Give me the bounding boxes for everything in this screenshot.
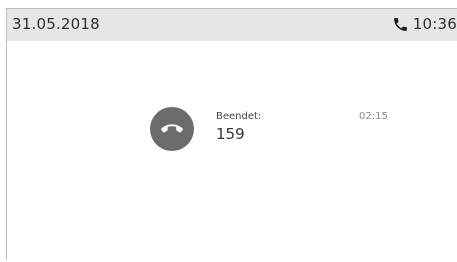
- call-duration: 02:15: [359, 111, 388, 122]
- phone-display: 31.05.2018 10:36 Beendet: 159 02:15: [0, 0, 457, 262]
- call-entry[interactable]: Beendet: 159 02:15: [150, 107, 390, 153]
- hang-up-icon: [161, 124, 183, 133]
- call-state-label: Beendet:: [216, 111, 262, 122]
- hang-up-button[interactable]: [150, 107, 194, 151]
- status-bar: 31.05.2018 10:36: [7, 9, 457, 41]
- status-right-group: 10:36: [392, 15, 457, 33]
- display-border-left: [6, 8, 7, 260]
- phone-icon: [392, 16, 409, 33]
- status-time: 10:36: [412, 15, 457, 33]
- status-date: 31.05.2018: [12, 15, 100, 33]
- call-number: 159: [216, 125, 245, 143]
